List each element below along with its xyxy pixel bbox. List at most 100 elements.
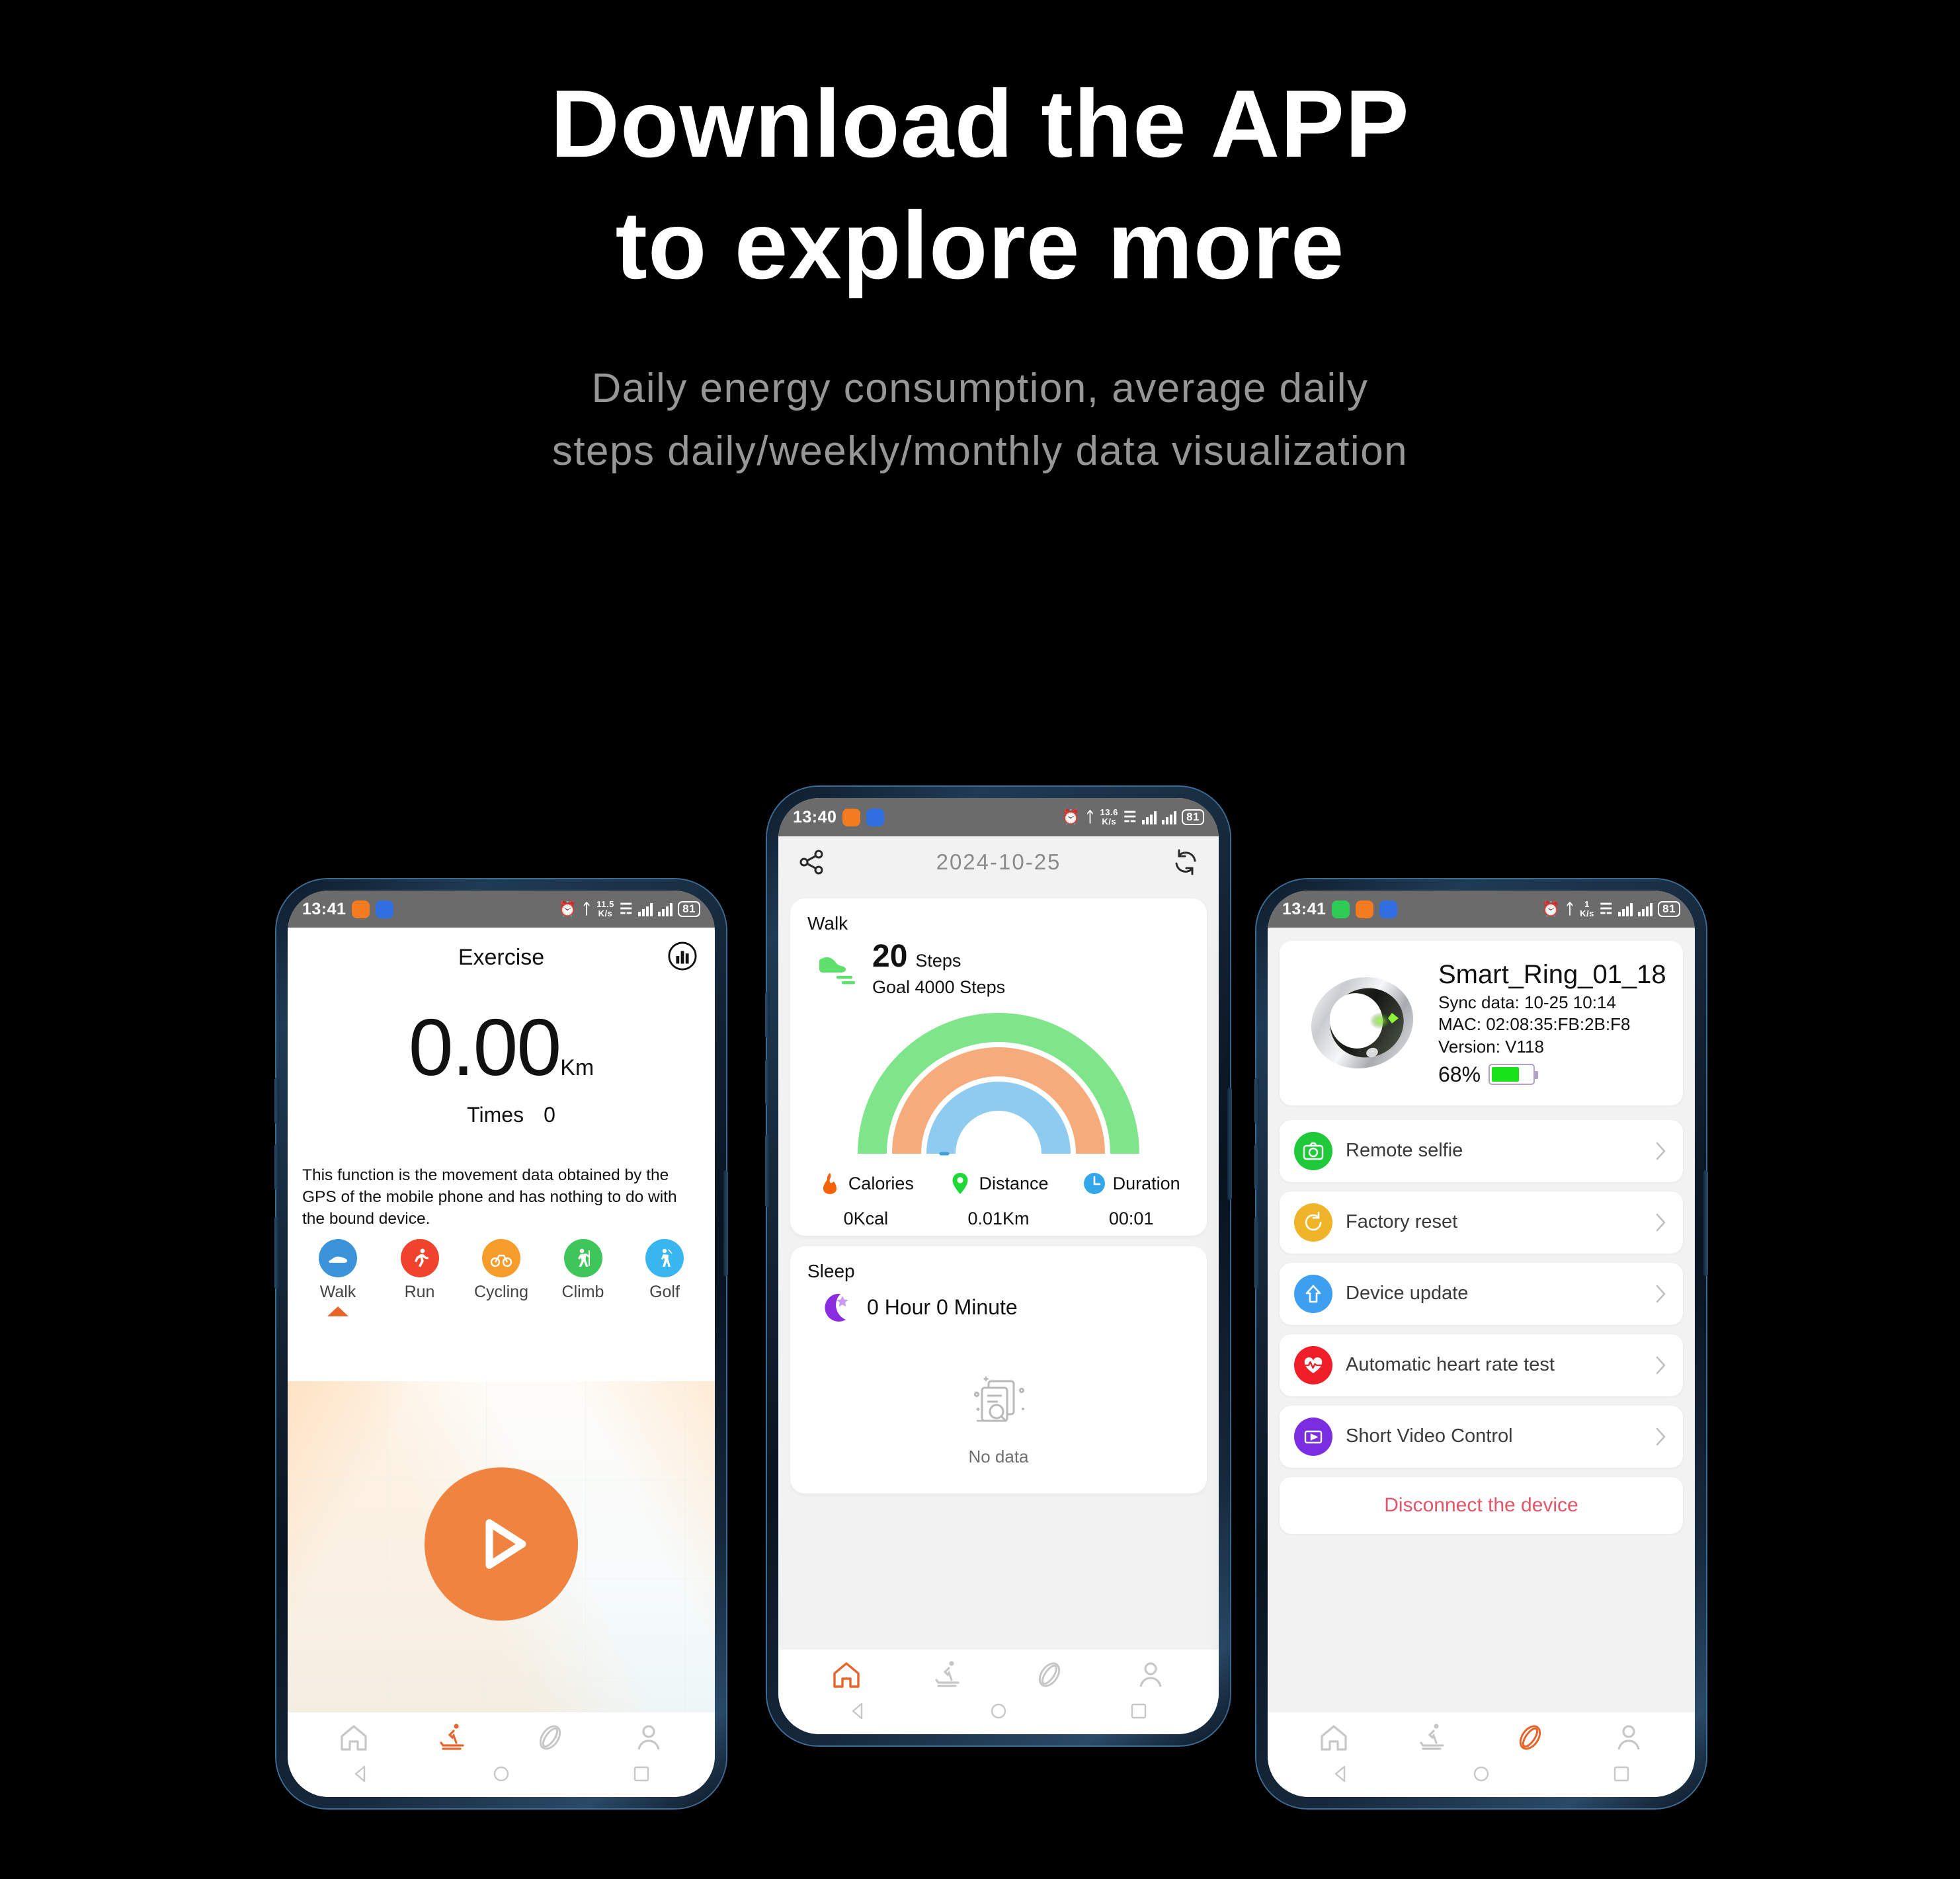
stat-calories: Calories 0Kcal (799, 1172, 932, 1229)
bluetooth-icon: ᛏ (1085, 809, 1095, 825)
status-bar: 13:41 ⏰ ᛏ 11.5 K/s ☴ 81 (288, 891, 715, 928)
stat-distance-label: Distance (979, 1173, 1049, 1193)
device-info-card[interactable]: Smart_Ring_01_18 Sync data: 10-25 10:14 … (1280, 941, 1683, 1105)
home-button[interactable] (987, 1700, 1010, 1722)
phone-right-volume-down-button[interactable] (1254, 1144, 1259, 1190)
phone-right-volume-up-button[interactable] (1254, 1078, 1259, 1124)
menu-item-short-video-control[interactable]: Short Video Control (1280, 1405, 1683, 1468)
phone-right-side-button[interactable] (1703, 1170, 1708, 1276)
android-system-nav (1268, 1759, 1695, 1797)
activity-cycling-label: Cycling (474, 1283, 528, 1302)
activity-run-label: Run (404, 1283, 435, 1302)
tab-device[interactable] (1031, 1656, 1068, 1693)
stat-distance-value: 0.01Km (967, 1209, 1030, 1228)
tab-device[interactable] (1512, 1719, 1549, 1756)
activity-golf[interactable]: Golf (632, 1239, 698, 1316)
phone-center: 13:40 ⏰ ᛏ 13.6 K/s ☴ 81 2024-10-25 Walk … (765, 787, 1232, 1745)
phone-left-volume-down-button[interactable] (274, 1144, 279, 1190)
stat-calories-label: Calories (848, 1173, 914, 1193)
distance-readout: 0.00Km (288, 1001, 715, 1094)
start-exercise-button[interactable] (425, 1466, 578, 1620)
no-data-icon (973, 1377, 1025, 1423)
status-time: 13:40 (793, 807, 837, 826)
play-icon (485, 1519, 526, 1569)
map-canvas[interactable] (288, 1381, 715, 1712)
walk-card-label: Walk (807, 913, 848, 934)
phone-right-power-button[interactable] (1254, 1217, 1259, 1289)
tab-home[interactable] (828, 1656, 865, 1693)
tab-exercise[interactable] (1414, 1719, 1451, 1756)
status-bar: 13:41 ⏰ ᛏ 1 K/s ☴ 81 (1268, 891, 1695, 928)
tab-exercise[interactable] (929, 1656, 966, 1693)
recents-button[interactable] (1127, 1700, 1150, 1722)
device-screen: Smart_Ring_01_18 Sync data: 10-25 10:14 … (1268, 928, 1695, 1712)
tab-exercise[interactable] (434, 1719, 471, 1756)
network-speed: 1 K/s (1580, 900, 1594, 918)
back-button[interactable] (350, 1763, 372, 1785)
battery-indicator: 81 (1658, 900, 1680, 918)
exercise-header: Exercise (288, 928, 715, 971)
device-mac: MAC: 02:08:35:FB:2B:F8 (1438, 1014, 1631, 1035)
android-system-nav (778, 1696, 1219, 1734)
stat-duration-label: Duration (1112, 1173, 1180, 1193)
phone-center-screen: 13:40 ⏰ ᛏ 13.6 K/s ☴ 81 2024-10-25 Walk … (778, 798, 1219, 1734)
signal-bars-1-icon (1618, 902, 1633, 916)
share-icon[interactable] (796, 846, 827, 878)
back-button[interactable] (1330, 1763, 1352, 1785)
activity-cycling[interactable]: Cycling (468, 1239, 534, 1316)
menu-item-remote-selfie[interactable]: Remote selfie (1280, 1119, 1683, 1182)
refresh-icon[interactable] (1170, 846, 1202, 878)
bar-chart-icon[interactable] (667, 941, 698, 971)
menu-item-automatic-heart-rate-test[interactable]: Automatic heart rate test (1280, 1334, 1683, 1396)
phone-right: 13:41 ⏰ ᛏ 1 K/s ☴ 81 Smart_Ring_01_18 Sy… (1254, 879, 1708, 1808)
no-data-label: No data (968, 1447, 1029, 1466)
network-speed-unit: K/s (1580, 908, 1594, 918)
upload-icon (1294, 1274, 1332, 1313)
heartbeat-icon (1294, 1345, 1332, 1384)
activity-run[interactable]: Run (387, 1239, 453, 1316)
wifi-icon: ☴ (1599, 900, 1613, 917)
tab-device[interactable] (532, 1719, 569, 1756)
device-name: Smart_Ring_01_18 (1438, 960, 1666, 989)
menu-item-factory-reset[interactable]: Factory reset (1280, 1191, 1683, 1254)
disconnect-device-button[interactable]: Disconnect the device (1280, 1476, 1683, 1534)
menu-item-factory-reset-label: Factory reset (1346, 1211, 1458, 1233)
activity-gauge (790, 998, 1207, 1168)
tab-home[interactable] (335, 1719, 372, 1756)
tab-profile[interactable] (1132, 1656, 1169, 1693)
bottom-tab-bar (778, 1650, 1219, 1696)
home-button[interactable] (490, 1763, 512, 1785)
phone-center-volume-up-button[interactable] (765, 992, 770, 1038)
phone-center-power-button[interactable] (765, 1135, 770, 1207)
recents-button[interactable] (1610, 1763, 1633, 1785)
phone-left-power-button[interactable] (274, 1217, 279, 1289)
signal-bars-1-icon (638, 902, 653, 916)
phone-left-side-button[interactable] (723, 1170, 728, 1276)
times-readout: Times 0 (288, 1103, 715, 1127)
activity-climb[interactable]: Climb (550, 1239, 616, 1316)
activity-walk[interactable]: Walk (305, 1239, 371, 1317)
menu-item-device-update[interactable]: Device update (1280, 1262, 1683, 1325)
battery-indicator: 81 (678, 900, 700, 918)
phone-center-volume-down-button[interactable] (765, 1059, 770, 1105)
steps-unit: Steps (915, 951, 961, 971)
phone-center-side-button[interactable] (1227, 1088, 1232, 1200)
home-button[interactable] (1470, 1763, 1492, 1785)
recents-button[interactable] (630, 1763, 653, 1785)
bluetooth-icon: ᛏ (1565, 900, 1575, 917)
tab-profile[interactable] (1610, 1719, 1647, 1756)
phone-left-volume-up-button[interactable] (274, 1078, 279, 1124)
tab-home[interactable] (1315, 1719, 1352, 1756)
orange-app-badge-icon (1356, 900, 1374, 918)
battery-indicator: 81 (1182, 809, 1204, 826)
steps-goal: Goal 4000 Steps (872, 977, 1006, 997)
signal-bars-2-icon (658, 902, 673, 916)
blue-app-badge-icon (866, 808, 885, 826)
tab-profile[interactable] (630, 1719, 667, 1756)
network-speed: 13.6 K/s (1100, 808, 1118, 826)
signal-bars-2-icon (1638, 902, 1653, 916)
back-button[interactable] (847, 1700, 870, 1722)
page-heading: Exercise (458, 945, 545, 970)
wifi-icon: ☴ (1123, 809, 1137, 825)
page-subtitle: Daily energy consumption, average daily … (0, 358, 1960, 482)
